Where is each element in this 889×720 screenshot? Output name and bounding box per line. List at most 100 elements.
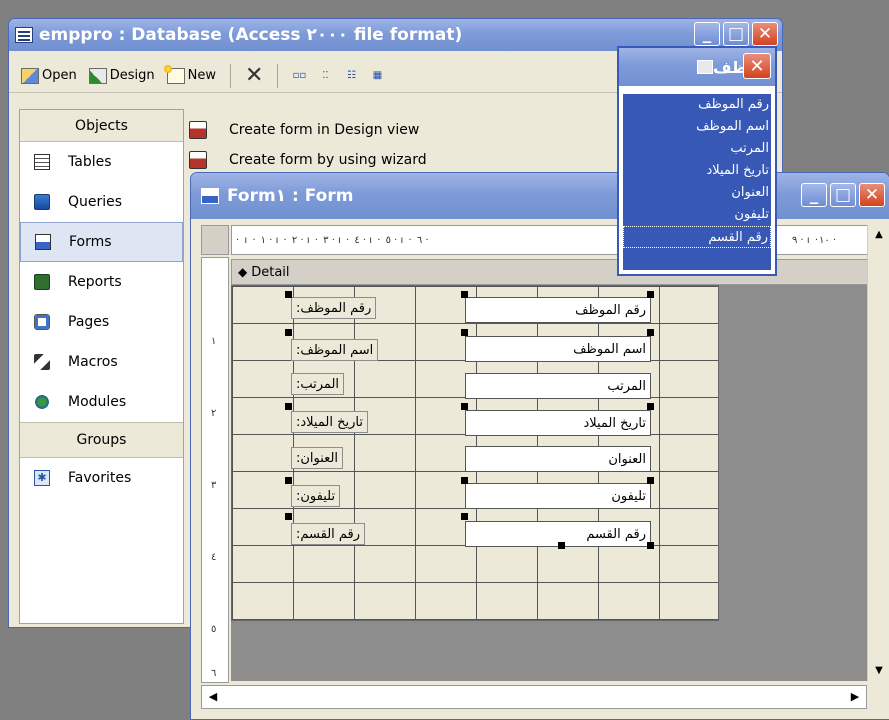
design-button[interactable]: Design <box>85 66 159 86</box>
size-handle[interactable] <box>647 291 654 298</box>
small-icons-icon[interactable]: ⁚⁚ <box>314 67 336 85</box>
field-textbox[interactable]: تاريخ الميلاد <box>465 410 651 436</box>
object-reports[interactable]: Reports <box>20 262 183 302</box>
field-textbox[interactable]: تليفون <box>465 483 651 509</box>
create-wizard-item[interactable]: Create form by using wizard <box>189 145 427 175</box>
move-handle[interactable] <box>461 403 468 410</box>
move-handle[interactable] <box>461 329 468 336</box>
field-list-item[interactable]: رقم القسم <box>623 226 771 248</box>
field-label[interactable]: تاريخ الميلاد: <box>291 411 368 433</box>
object-queries[interactable]: Queries <box>20 182 183 222</box>
move-handle[interactable] <box>285 513 292 520</box>
field-list-item[interactable]: رقم الموظف <box>623 94 771 116</box>
design-label: Design <box>109 68 155 83</box>
field-list-item[interactable]: المرتب <box>623 138 771 160</box>
move-handle[interactable] <box>285 329 292 336</box>
form-minimize-button[interactable]: _ <box>801 183 827 207</box>
field-list-item[interactable]: تاريخ الميلاد <box>623 160 771 182</box>
ruler-number: ٤ <box>211 552 217 563</box>
field-list-item[interactable]: العنوان <box>623 182 771 204</box>
form-empty-area <box>719 285 871 681</box>
size-handle[interactable] <box>558 542 565 549</box>
create-form-icon <box>189 151 207 169</box>
object-label: Forms <box>69 234 112 250</box>
ruler-number: ٦ <box>211 668 217 679</box>
list-icon[interactable]: ☷ <box>340 67 362 85</box>
ruler-ticks: ٩ · ı ·١٠ · <box>792 235 837 246</box>
size-handle[interactable] <box>647 403 654 410</box>
horizontal-scrollbar[interactable]: ◀ ▶ <box>201 685 867 709</box>
form-titlebar[interactable]: Form١ : Form _ □ ✕ <box>191 173 889 219</box>
module-icon <box>34 394 50 410</box>
object-forms[interactable]: Forms <box>20 222 183 262</box>
field-list-close-button[interactable]: ✕ <box>743 53 771 79</box>
field-label[interactable]: العنوان: <box>291 447 344 469</box>
move-handle[interactable] <box>461 291 468 298</box>
field-list-item[interactable]: اسم الموظف <box>623 116 771 138</box>
object-macros[interactable]: Macros <box>20 342 183 382</box>
field-label[interactable]: المرتب: <box>291 373 345 395</box>
database-title: emppro : Database (Access ٢٠٠٠ file form… <box>39 25 463 45</box>
details-icon[interactable]: ▦ <box>366 67 388 85</box>
move-handle[interactable] <box>461 477 468 484</box>
create-design-view-item[interactable]: Create form in Design view <box>189 115 427 145</box>
groups-header[interactable]: Groups <box>20 422 183 458</box>
form-maximize-button[interactable]: □ <box>830 183 856 207</box>
new-icon <box>163 64 185 84</box>
object-modules[interactable]: Modules <box>20 382 183 422</box>
field-textbox[interactable]: العنوان <box>465 446 651 472</box>
new-button[interactable]: New <box>163 64 220 86</box>
object-pages[interactable]: Pages <box>20 302 183 342</box>
table-icon <box>34 154 50 170</box>
form-close-button[interactable]: ✕ <box>859 183 885 207</box>
scroll-down-icon[interactable]: ▼ <box>871 663 887 679</box>
move-handle[interactable] <box>285 477 292 484</box>
size-handle[interactable] <box>647 542 654 549</box>
vertical-ruler[interactable]: ١ ٢ ٣ ٤ ٥ ٦ <box>201 257 229 683</box>
scroll-up-icon[interactable]: ▲ <box>871 227 887 243</box>
ruler-number: ٢ <box>211 408 217 419</box>
design-icon <box>88 67 107 84</box>
move-handle[interactable] <box>461 513 468 520</box>
form-title: Form١ : Form <box>227 186 354 206</box>
object-tables[interactable]: Tables <box>20 142 183 182</box>
scroll-right-icon[interactable]: ▶ <box>847 689 863 705</box>
scroll-left-icon[interactable]: ◀ <box>205 689 221 705</box>
maximize-button[interactable]: □ <box>723 22 749 46</box>
field-list-item[interactable]: تليفون <box>623 204 771 226</box>
database-icon <box>15 27 33 43</box>
ruler-number: ٥ <box>211 624 217 635</box>
close-button[interactable]: ✕ <box>752 22 778 46</box>
detail-label: Detail <box>251 264 290 280</box>
create-form-icon <box>189 121 207 139</box>
form-empty-area <box>231 621 719 681</box>
group-favorites[interactable]: ✱ Favorites <box>20 458 183 498</box>
object-label: Tables <box>68 154 112 170</box>
open-label: Open <box>42 68 77 83</box>
field-label[interactable]: تليفون: <box>291 485 341 507</box>
macro-icon <box>34 354 50 370</box>
form-selector[interactable] <box>201 225 229 255</box>
move-handle[interactable] <box>285 291 292 298</box>
form-design-window: Form١ : Form _ □ ✕ · ı · ١ · ı · ٢ · ı ·… <box>190 172 889 720</box>
size-handle[interactable] <box>647 329 654 336</box>
field-textbox[interactable]: اسم الموظف <box>465 336 651 362</box>
open-button[interactable]: Open <box>17 66 81 86</box>
move-handle[interactable] <box>285 403 292 410</box>
vertical-scrollbar[interactable]: ▲ ▼ <box>867 225 889 681</box>
minimize-button[interactable]: _ <box>694 22 720 46</box>
object-label: Reports <box>68 274 122 290</box>
field-label[interactable]: اسم الموظف: <box>291 339 379 361</box>
large-icons-icon[interactable]: ▫▫ <box>288 67 310 85</box>
size-handle[interactable] <box>647 477 654 484</box>
objects-header[interactable]: Objects <box>20 110 183 142</box>
object-label: Pages <box>68 314 110 330</box>
field-textbox[interactable]: المرتب <box>465 373 651 399</box>
create-item-label: Create form by using wizard <box>229 152 427 168</box>
field-label[interactable]: رقم الموظف: <box>291 297 377 319</box>
field-textbox[interactable]: رقم الموظف <box>465 297 651 323</box>
favorites-icon: ✱ <box>34 470 50 486</box>
field-label[interactable]: رقم القسم: <box>291 523 366 545</box>
delete-icon[interactable]: ✕ <box>241 63 267 88</box>
new-label: New <box>187 68 216 83</box>
